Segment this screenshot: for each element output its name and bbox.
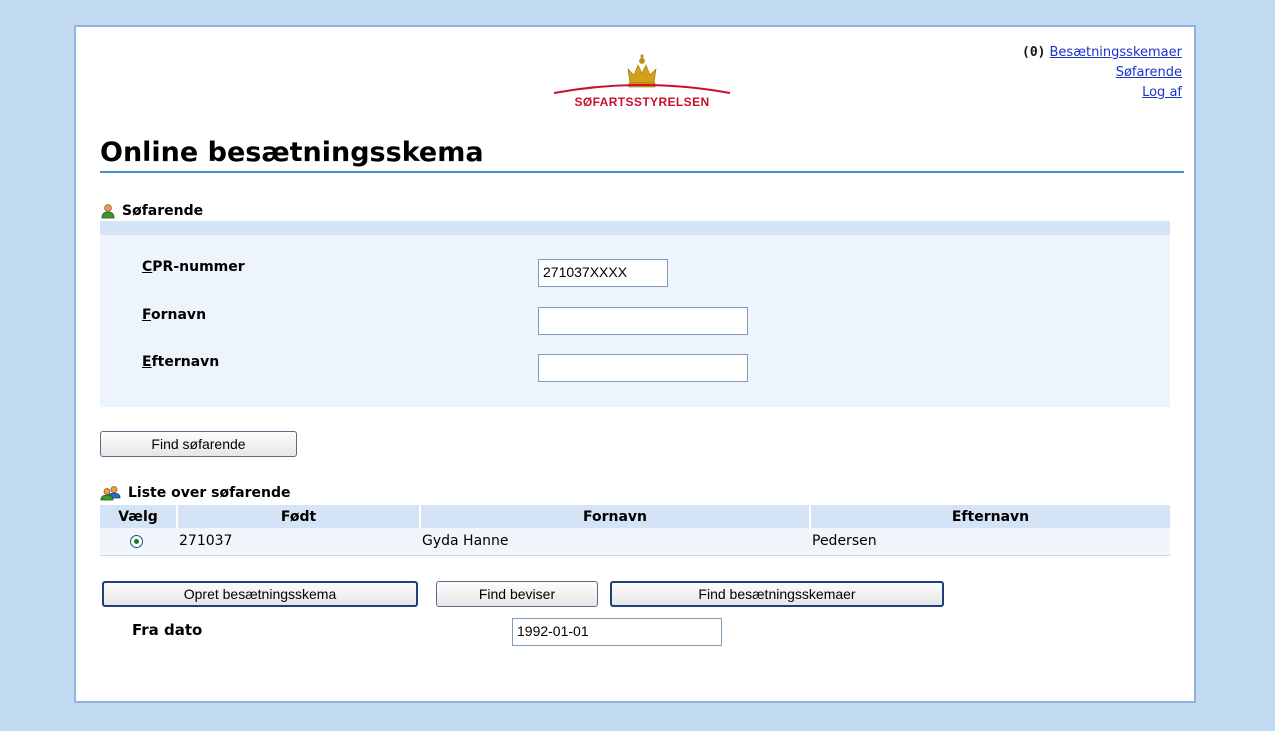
crown-logo-icon (553, 54, 731, 94)
section-heading-label: Søfarende (122, 203, 204, 219)
column-header-fornavn: Fornavn (420, 505, 811, 528)
users-icon (100, 486, 121, 501)
search-form-panel: CPR-nummer 271037XXXX Fornavn Efternavn (100, 221, 1170, 407)
born-cell: 271037 (177, 528, 420, 556)
logo-text: SØFARTSSTYRELSEN (574, 95, 710, 109)
link-besaetningsskemaer[interactable]: Besætningsskemaer (1050, 45, 1182, 60)
efternavn-input[interactable] (538, 354, 748, 382)
last-name-cell: Pedersen (810, 528, 1170, 556)
cpr-input[interactable]: 271037XXXX (538, 259, 668, 287)
user-icon (101, 204, 115, 219)
header-links: (0) Besætningsskemaer Søfarende Log af (1022, 43, 1182, 103)
results-table: Vælg Født Fornavn Efternavn 271037 Gyda … (100, 505, 1170, 556)
panel-header-bar (100, 221, 1170, 235)
fornavn-input[interactable] (538, 307, 748, 335)
find-beviser-button[interactable]: Find beviser (436, 581, 598, 607)
sofarende-section-heading: Søfarende (100, 203, 203, 219)
find-sofarende-button[interactable]: Find søfarende (100, 431, 297, 457)
column-header-fodt: Født (177, 505, 421, 528)
link-log-af[interactable]: Log af (1142, 85, 1182, 100)
page-frame: (0) Besætningsskemaer Søfarende Log af SØ… (74, 25, 1196, 703)
select-cell (100, 528, 177, 556)
fornavn-label: Fornavn (142, 307, 207, 323)
results-section-heading: Liste over søfarende (100, 485, 291, 501)
page-title: Online besætningsskema (100, 137, 1184, 173)
table-header-row: Vælg Født Fornavn Efternavn (100, 505, 1170, 528)
fra-dato-input[interactable]: 1992-01-01 (512, 618, 722, 646)
results-heading-label: Liste over søfarende (128, 485, 291, 501)
logo: SØFARTSSTYRELSEN (544, 53, 740, 113)
efternavn-label: Efternavn (142, 354, 220, 370)
first-name-cell: Gyda Hanne (420, 528, 810, 556)
column-header-efternavn: Efternavn (810, 505, 1170, 528)
cart-count: (0) (1022, 45, 1046, 60)
fra-dato-label: Fra dato (132, 621, 203, 639)
link-sofarende[interactable]: Søfarende (1116, 65, 1182, 80)
find-besaetningsskemaer-button[interactable]: Find besætningsskemaer (610, 581, 944, 607)
cpr-label: CPR-nummer (142, 259, 245, 275)
table-row[interactable]: 271037 Gyda Hanne Pedersen (100, 528, 1170, 556)
select-radio[interactable] (130, 534, 143, 548)
column-header-vaelg: Vælg (100, 505, 178, 528)
opret-besaetningsskema-button[interactable]: Opret besætningsskema (102, 581, 418, 607)
